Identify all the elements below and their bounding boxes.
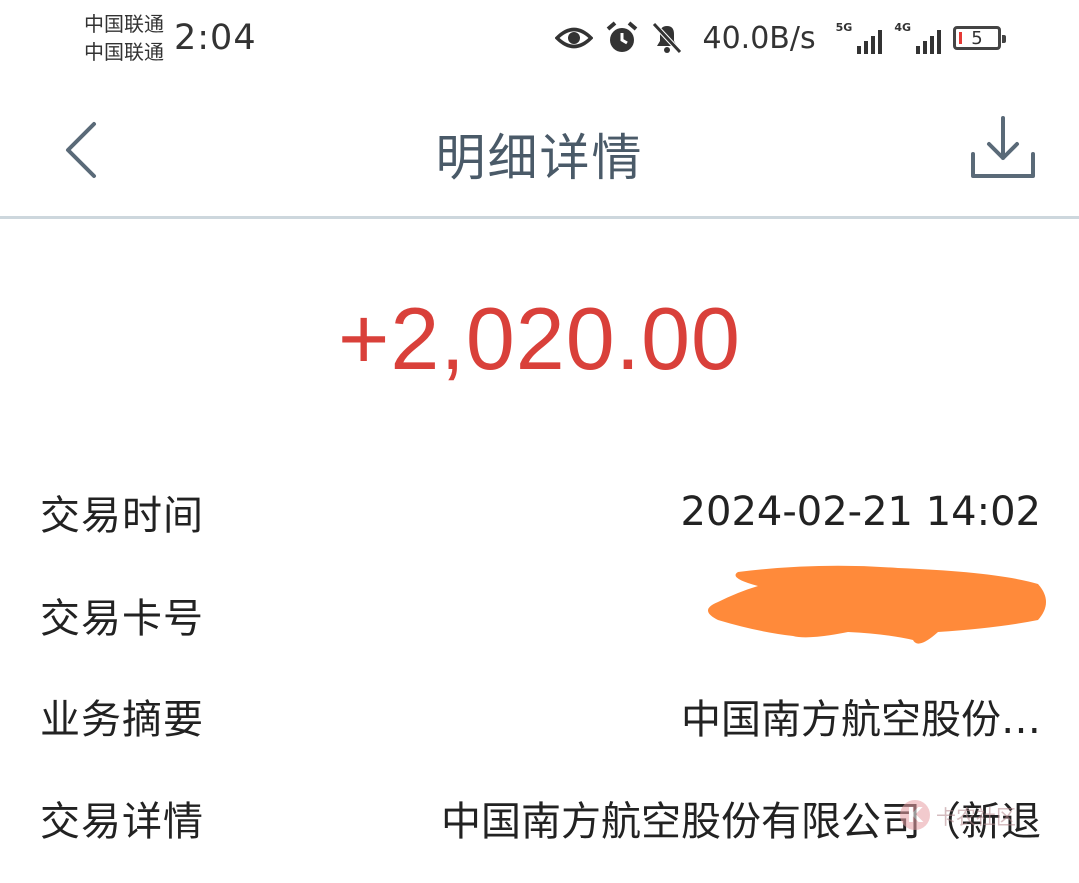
signal-1-icon: 5G <box>836 22 883 54</box>
download-button[interactable] <box>963 110 1043 190</box>
detail-row-summary: 业务摘要 中国南方航空股份… <box>40 686 1041 746</box>
transaction-amount: +2,020.00 <box>338 289 741 388</box>
detail-value: 中国南方航空股份… <box>681 697 1041 743</box>
redaction-scribble <box>708 565 1046 644</box>
detail-label: 交易详情 <box>40 799 204 845</box>
carrier-labels: 中国联通 中国联通 <box>84 10 164 66</box>
page-title: 明细详情 <box>435 129 644 187</box>
watermark: K 卡农社区 <box>900 795 1030 835</box>
nav-bar: 明细详情 <box>0 80 1079 219</box>
detail-label: 交易卡号 <box>40 596 204 642</box>
bell-off-icon <box>651 22 682 54</box>
eye-icon <box>554 27 593 49</box>
network-speed: 40.0B/s <box>702 20 816 56</box>
detail-value: 2024-02-21 14:02 <box>680 489 1041 535</box>
battery-icon: 5 <box>953 26 1006 50</box>
watermark-text: 卡农社区 <box>936 804 1016 829</box>
clock: 2:04 <box>174 18 257 58</box>
detail-label: 交易时间 <box>40 493 204 539</box>
signal-2-icon: 4G <box>894 22 941 54</box>
alarm-icon <box>606 21 637 52</box>
signal-2-tag: 4G <box>894 21 911 34</box>
detail-row-time: 交易时间 2024-02-21 14:02 <box>40 482 1041 542</box>
status-bar: 中国联通 中国联通 2:04 40.0B/s 5G 4G 5 <box>0 0 1079 80</box>
signal-1-tag: 5G <box>835 21 853 34</box>
watermark-logo-icon: K <box>900 800 930 830</box>
status-indicators: 40.0B/s 5G 4G 5 <box>554 14 1006 62</box>
download-icon <box>971 116 1035 178</box>
detail-row-detail: 交易详情 中国南方航空股份有限公司（新退 <box>40 788 1041 848</box>
detail-label: 业务摘要 <box>40 697 204 743</box>
battery-level: 5 <box>971 27 983 49</box>
carrier-2: 中国联通 <box>84 40 164 64</box>
carrier-1: 中国联通 <box>84 12 164 36</box>
